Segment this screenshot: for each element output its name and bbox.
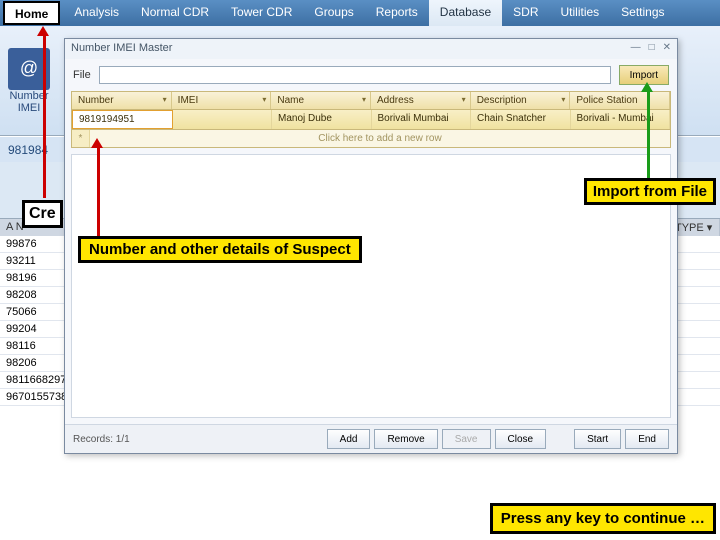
arrow-green-import: [647, 92, 650, 178]
remove-button[interactable]: Remove: [374, 429, 437, 449]
col-address[interactable]: Address▾: [371, 92, 471, 109]
annotation-press-any-key: Press any key to continue …: [490, 503, 716, 534]
modal-toolbar: File Import: [65, 59, 677, 91]
add-new-row[interactable]: * Click here to add a new row: [71, 130, 671, 148]
col-police-station[interactable]: Police Station: [570, 92, 670, 109]
cell-name[interactable]: Manoj Dube: [272, 110, 372, 129]
annotation-cre: Cre: [22, 200, 63, 228]
arrow-red-home: [43, 36, 46, 198]
modal-body-area: [71, 154, 671, 418]
file-label: File: [73, 69, 91, 81]
file-path-input[interactable]: [99, 66, 611, 84]
modal-title-text: Number IMEI Master: [71, 42, 172, 56]
filter-icon[interactable]: ▾: [362, 95, 366, 104]
arrow-red-details-head: [91, 138, 103, 148]
maximize-icon[interactable]: □: [649, 42, 655, 56]
table-row[interactable]: 9819194951 Manoj Dube Borivali Mumbai Ch…: [71, 110, 671, 130]
cell-description[interactable]: Chain Snatcher: [471, 110, 571, 129]
close-button[interactable]: Close: [495, 429, 547, 449]
filter-icon[interactable]: ▾: [262, 95, 266, 104]
close-icon[interactable]: ✕: [663, 42, 671, 56]
cell-imei[interactable]: [173, 110, 273, 129]
tab-analysis[interactable]: Analysis: [63, 0, 130, 26]
filter-icon[interactable]: ▾: [707, 222, 713, 234]
filter-icon[interactable]: ▾: [561, 95, 565, 104]
tab-normal-cdr[interactable]: Normal CDR: [130, 0, 220, 26]
annotation-import-from-file: Import from File: [584, 178, 716, 205]
modal-columns: Number▾ IMEI▾ Name▾ Address▾ Description…: [71, 91, 671, 110]
annotation-number-details: Number and other details of Suspect: [78, 236, 362, 263]
modal-titlebar: Number IMEI Master — □ ✕: [65, 39, 677, 59]
arrow-red-details: [97, 148, 100, 236]
tab-groups[interactable]: Groups: [303, 0, 364, 26]
modal-footer: Records: 1/1 Add Remove Save Close Start…: [65, 424, 677, 453]
minimize-icon[interactable]: —: [631, 42, 641, 56]
group-label-2: IMEI: [18, 102, 41, 114]
col-number[interactable]: Number▾: [72, 92, 172, 109]
tab-settings[interactable]: Settings: [610, 0, 675, 26]
add-row-hint[interactable]: Click here to add a new row: [90, 130, 670, 147]
record-counter: Records: 1/1: [73, 434, 130, 445]
filter-icon[interactable]: ▾: [163, 95, 167, 104]
col-imei[interactable]: IMEI▾: [172, 92, 272, 109]
arrow-green-import-head: [641, 82, 653, 92]
cell-address[interactable]: Borivali Mumbai: [372, 110, 472, 129]
arrow-red-home-head: [37, 26, 49, 36]
save-button[interactable]: Save: [442, 429, 491, 449]
end-button[interactable]: End: [625, 429, 669, 449]
col-name[interactable]: Name▾: [271, 92, 371, 109]
start-button[interactable]: Start: [574, 429, 621, 449]
home-button[interactable]: Home: [3, 1, 60, 25]
tab-sdr[interactable]: SDR: [502, 0, 549, 26]
tab-database[interactable]: Database: [429, 0, 502, 26]
tab-reports[interactable]: Reports: [365, 0, 429, 26]
filter-icon[interactable]: ▾: [462, 95, 466, 104]
add-row-star: *: [72, 130, 90, 147]
main-ribbon: Home Analysis Normal CDR Tower CDR Group…: [0, 0, 720, 26]
cell-police-station[interactable]: Borivali - Mumbai: [571, 110, 671, 129]
tab-utilities[interactable]: Utilities: [550, 0, 611, 26]
tab-tower-cdr[interactable]: Tower CDR: [220, 0, 303, 26]
cell-number[interactable]: 9819194951: [72, 110, 173, 129]
col-description[interactable]: Description▾: [471, 92, 571, 109]
add-button[interactable]: Add: [327, 429, 371, 449]
